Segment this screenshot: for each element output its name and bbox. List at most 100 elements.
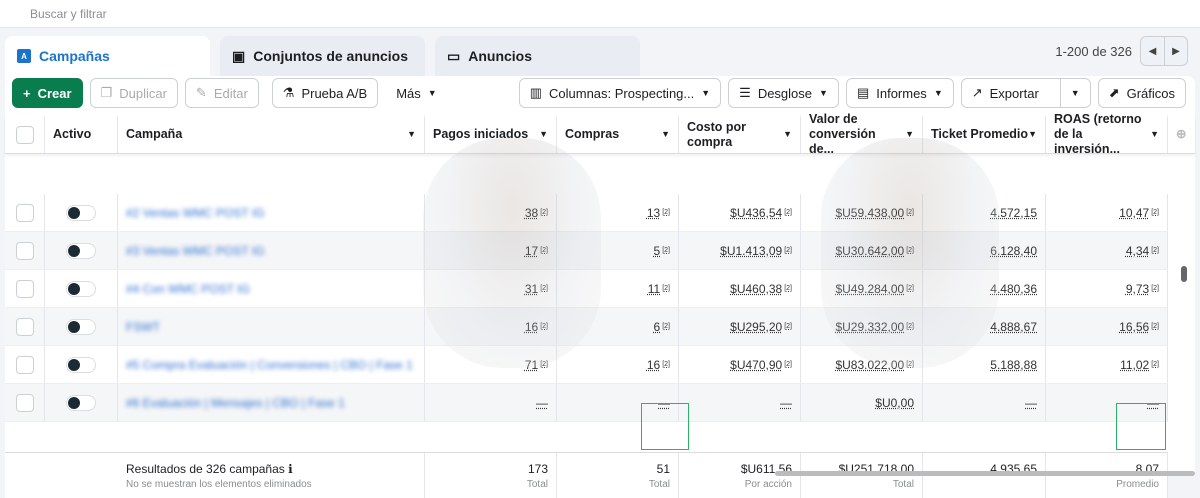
sort-caret-icon[interactable]: ▼: [407, 127, 416, 142]
campaign-name-link[interactable]: #6 Evaluación | Mensajes | CBO | Fase 1: [126, 396, 345, 410]
header-value[interactable]: Valor de conversión de... ▼: [801, 112, 923, 156]
duplicate-button[interactable]: ❐ Duplicar: [89, 78, 178, 108]
cell-payments: 16 [2]: [425, 308, 557, 345]
cell-ticket: 6.128,40: [923, 232, 1046, 269]
campaign-name-cell[interactable]: #6 Evaluación | Mensajes | CBO | Fase 1: [118, 384, 425, 421]
columns-icon: ▥: [529, 85, 542, 100]
ab-test-button[interactable]: ⚗ Prueba A/B: [271, 78, 379, 108]
sort-caret-icon[interactable]: ▼: [905, 127, 914, 142]
select-all-checkbox[interactable]: [5, 116, 45, 153]
sort-caret-icon[interactable]: ▼: [539, 127, 548, 142]
edit-button[interactable]: ✎ Editar: [184, 78, 259, 108]
cell-ticket: 4.480,36: [923, 270, 1046, 307]
create-label: Crear: [37, 85, 72, 101]
active-toggle[interactable]: [45, 384, 118, 421]
campaign-name-cell[interactable]: #2 Ventas WMC POST IG: [118, 194, 425, 231]
header-cost[interactable]: Costo por compra ▼: [679, 116, 801, 153]
reports-button[interactable]: ▤ Informes ▼: [845, 78, 954, 108]
attribution-note: [2]: [906, 209, 914, 216]
table-header: Activo Campaña ▼ Pagos iniciados ▼ Compras…: [5, 112, 1195, 156]
export-button[interactable]: ↗ Exportar ▼: [960, 78, 1091, 108]
header-label: Pagos iniciados: [433, 127, 529, 141]
campaign-name-link[interactable]: #3 Ventas WMC POST IG: [126, 244, 265, 258]
charts-button[interactable]: ⬈ Gráficos: [1097, 78, 1187, 108]
attribution-note: [2]: [540, 247, 548, 254]
active-toggle[interactable]: [45, 346, 118, 383]
header-ticket[interactable]: Ticket Promedio ▼: [923, 116, 1046, 153]
vertical-scrollbar[interactable]: [1181, 266, 1187, 282]
export-options-caret-icon[interactable]: ▼: [1059, 79, 1080, 107]
cell-payments: 38 [2]: [425, 194, 557, 231]
next-page-button[interactable]: ▶: [1164, 37, 1187, 65]
info-icon[interactable]: ℹ: [288, 462, 293, 476]
header-active[interactable]: Activo: [45, 116, 118, 153]
columns-label: Columnas: Prospecting...: [549, 85, 695, 101]
cell-purchases: 11 [2]: [557, 270, 679, 307]
cell-payments: 17 [2]: [425, 232, 557, 269]
add-column-icon[interactable]: ⊕: [1168, 116, 1195, 153]
active-toggle[interactable]: [45, 270, 118, 307]
header-campaign[interactable]: Campaña ▼: [118, 116, 425, 153]
attribution-note: [2]: [1151, 361, 1159, 368]
campaign-name-link[interactable]: #5 Compra Evaluación | Conversiones | CB…: [126, 358, 413, 372]
sort-caret-icon[interactable]: ▼: [661, 127, 670, 142]
sort-caret-icon[interactable]: ▼: [1028, 127, 1037, 142]
campaign-name-link[interactable]: FSWT: [126, 320, 160, 334]
table-row[interactable]: #4 Con WMC POST IG 31 [2] 11 [2] $U460,38 [2] $…: [5, 270, 1168, 308]
breakdown-button[interactable]: ☰ Desglose ▼: [728, 78, 839, 108]
more-label: Más: [396, 85, 421, 101]
table-row[interactable]: #2 Ventas WMC POST IG 38 [2] 13 [2] $U436,54[…: [5, 194, 1168, 232]
header-purchases[interactable]: Compras ▼: [557, 116, 679, 153]
attribution-note: [2]: [906, 247, 914, 254]
cell-value: $U59.438,00 [2]: [801, 194, 923, 231]
cell-purchases: 16 [2]: [557, 346, 679, 383]
export-icon: ↗: [971, 85, 983, 100]
tab-ad-sets[interactable]: ▣ Conjuntos de anuncios: [220, 36, 425, 76]
active-toggle[interactable]: [45, 232, 118, 269]
edit-label: Editar: [213, 85, 248, 101]
header-label: Activo: [53, 127, 92, 141]
row-checkbox[interactable]: [5, 308, 45, 345]
tab-campaigns[interactable]: A Campañas: [5, 36, 210, 76]
active-toggle[interactable]: [45, 308, 118, 345]
campaign-name-cell[interactable]: #3 Ventas WMC POST IG: [118, 232, 425, 269]
prev-page-button[interactable]: ◀: [1141, 37, 1164, 65]
create-button[interactable]: + Crear: [12, 78, 83, 108]
campaign-name-cell[interactable]: #5 Compra Evaluación | Conversiones | CB…: [118, 346, 425, 383]
active-toggle[interactable]: [45, 194, 118, 231]
header-label: Ticket Promedio: [931, 127, 1029, 141]
row-checkbox[interactable]: [5, 232, 45, 269]
row-checkbox[interactable]: [5, 194, 45, 231]
campaign-name-link[interactable]: #2 Ventas WMC POST IG: [126, 206, 265, 220]
header-roas[interactable]: ROAS (retorno de la inversión... ▼: [1046, 112, 1168, 156]
charts-label: Gráficos: [1126, 85, 1176, 101]
campaign-name-link[interactable]: #4 Con WMC POST IG: [126, 282, 250, 296]
cell-ticket: 4.572,15: [923, 194, 1046, 231]
search-input[interactable]: Buscar y filtrar: [0, 0, 1200, 28]
sort-caret-icon[interactable]: ▼: [1150, 127, 1159, 142]
cell-roas: 10,47 [2]: [1046, 194, 1168, 231]
row-checkbox[interactable]: [5, 270, 45, 307]
breakdown-label: Desglose: [757, 85, 813, 101]
attribution-note: [2]: [1151, 209, 1159, 216]
campaign-name-cell[interactable]: FSWT: [118, 308, 425, 345]
tab-label: Conjuntos de anuncios: [253, 48, 409, 64]
table-row[interactable]: #3 Ventas WMC POST IG 17 [2] 5 [2] $U1.413,09…: [5, 232, 1168, 270]
columns-button[interactable]: ▥ Columnas: Prospecting... ▼: [518, 78, 722, 108]
cell-ticket: 5.188,88: [923, 346, 1046, 383]
tab-label: Campañas: [39, 48, 110, 64]
table-row[interactable]: #6 Evaluación | Mensajes | CBO | Fase 1 —…: [5, 384, 1168, 422]
campaign-name-cell[interactable]: #4 Con WMC POST IG: [118, 270, 425, 307]
sort-caret-icon[interactable]: ▼: [783, 127, 792, 142]
horizontal-scrollbar[interactable]: [775, 471, 1195, 476]
pencil-icon: ✎: [195, 85, 207, 100]
table-row[interactable]: FSWT 16 [2] 6 [2] $U295,20 [2] $U29.332,00 [2] 4.…: [5, 308, 1168, 346]
tab-ads[interactable]: ▭ Anuncios: [435, 36, 640, 76]
more-button[interactable]: Más ▼: [385, 78, 448, 108]
header-payments[interactable]: Pagos iniciados ▼: [425, 116, 557, 153]
attribution-note: [2]: [662, 285, 670, 292]
row-checkbox[interactable]: [5, 346, 45, 383]
row-checkbox[interactable]: [5, 384, 45, 421]
table-row[interactable]: #5 Compra Evaluación | Conversiones | CB…: [5, 346, 1168, 384]
cell-ticket: —: [923, 384, 1046, 421]
